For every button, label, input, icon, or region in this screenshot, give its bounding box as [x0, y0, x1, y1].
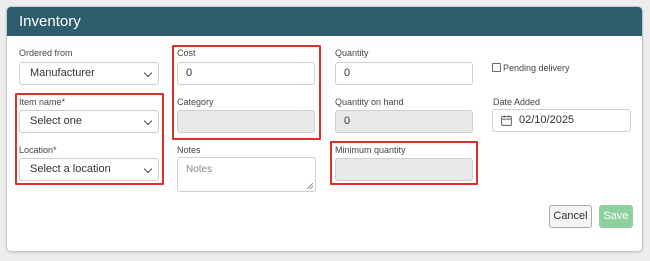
date-added-value: 02/10/2025 [519, 114, 575, 126]
panel-header: Inventory [7, 7, 642, 36]
quantity-input[interactable]: 0 [335, 62, 473, 85]
quantity-on-hand-input: 0 [335, 110, 473, 133]
quantity-label: Quantity [335, 48, 369, 58]
ordered-from-select[interactable]: Manufacturer [19, 62, 159, 85]
notes-placeholder: Notes [186, 164, 213, 175]
quantity-on-hand-label: Quantity on hand [335, 97, 404, 107]
cancel-button[interactable]: Cancel [549, 205, 592, 228]
highlight-box-minimum-quantity [330, 141, 478, 185]
ordered-from-label: Ordered from [19, 48, 73, 58]
pending-delivery-checkbox[interactable] [492, 63, 501, 72]
notes-textarea[interactable]: Notes [177, 157, 316, 192]
highlight-box-cost-category [172, 45, 321, 140]
chevron-down-icon [143, 68, 153, 78]
pending-delivery-label: Pending delivery [503, 63, 570, 73]
quantity-on-hand-value: 0 [344, 115, 351, 127]
notes-label: Notes [177, 145, 201, 155]
ordered-from-value: Manufacturer [30, 67, 95, 79]
resize-grip-icon[interactable] [307, 183, 313, 189]
date-added-input[interactable]: 02/10/2025 [492, 109, 631, 132]
save-button[interactable]: Save [599, 205, 633, 228]
highlight-box-item-location [15, 93, 164, 185]
date-added-label: Date Added [493, 97, 541, 107]
quantity-value: 0 [344, 67, 351, 79]
calendar-icon [501, 115, 512, 126]
panel-title: Inventory [19, 13, 81, 30]
